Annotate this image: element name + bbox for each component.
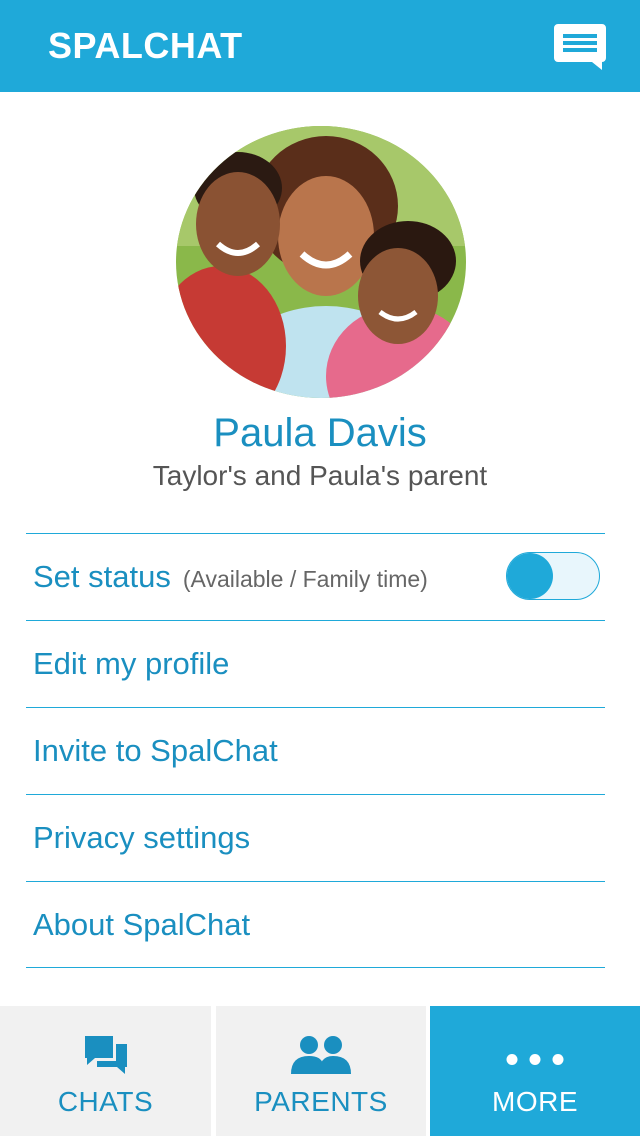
tab-label: PARENTS <box>254 1086 388 1117</box>
tab-label: CHATS <box>57 1086 154 1117</box>
toggle-knob <box>507 553 553 599</box>
parents-icon <box>291 1036 351 1074</box>
chat-bubble-icon <box>554 24 606 70</box>
status-options-hint: (Available / Family time) <box>182 565 428 592</box>
app-header: SPALCHAT <box>0 0 640 92</box>
profile-name: Paula Davis <box>213 411 427 455</box>
menu-item-label: Privacy settings <box>33 820 251 855</box>
menu-item-privacy-settings[interactable]: Privacy settings <box>26 794 605 881</box>
app-title: SPALCHAT <box>48 25 243 66</box>
menu-item-label: Edit my profile <box>33 646 230 681</box>
profile-avatar[interactable] <box>176 126 466 398</box>
menu-item-label: Invite to SpalChat <box>33 733 278 768</box>
menu-item-label: About SpalChat <box>33 906 251 942</box>
family-photo <box>176 126 466 398</box>
tab-chats[interactable]: CHATS <box>0 1006 211 1136</box>
settings-menu: Set status (Available / Family time) Edi… <box>26 533 605 968</box>
app-screen: SPALCHAT Paula Davis Taylor's and Paula'… <box>0 0 640 1136</box>
menu-item-about[interactable]: About SpalChat <box>26 881 605 968</box>
menu-item-label: Set status <box>33 559 171 594</box>
chats-icon <box>84 1036 127 1074</box>
tab-label: MORE <box>492 1086 578 1117</box>
bottom-nav: CHATS PARENTS MORE <box>0 1006 640 1136</box>
tab-more[interactable]: MORE <box>430 1006 640 1136</box>
compose-chat-button[interactable] <box>548 16 612 74</box>
menu-item-edit-profile[interactable]: Edit my profile <box>26 620 605 707</box>
menu-item-invite[interactable]: Invite to SpalChat <box>26 707 605 794</box>
more-dots-icon <box>506 1054 564 1065</box>
profile-role: Taylor's and Paula's parent <box>152 460 488 491</box>
status-toggle[interactable] <box>506 552 600 600</box>
tab-parents[interactable]: PARENTS <box>216 1006 426 1136</box>
menu-item-set-status[interactable]: Set status (Available / Family time) <box>26 533 605 620</box>
